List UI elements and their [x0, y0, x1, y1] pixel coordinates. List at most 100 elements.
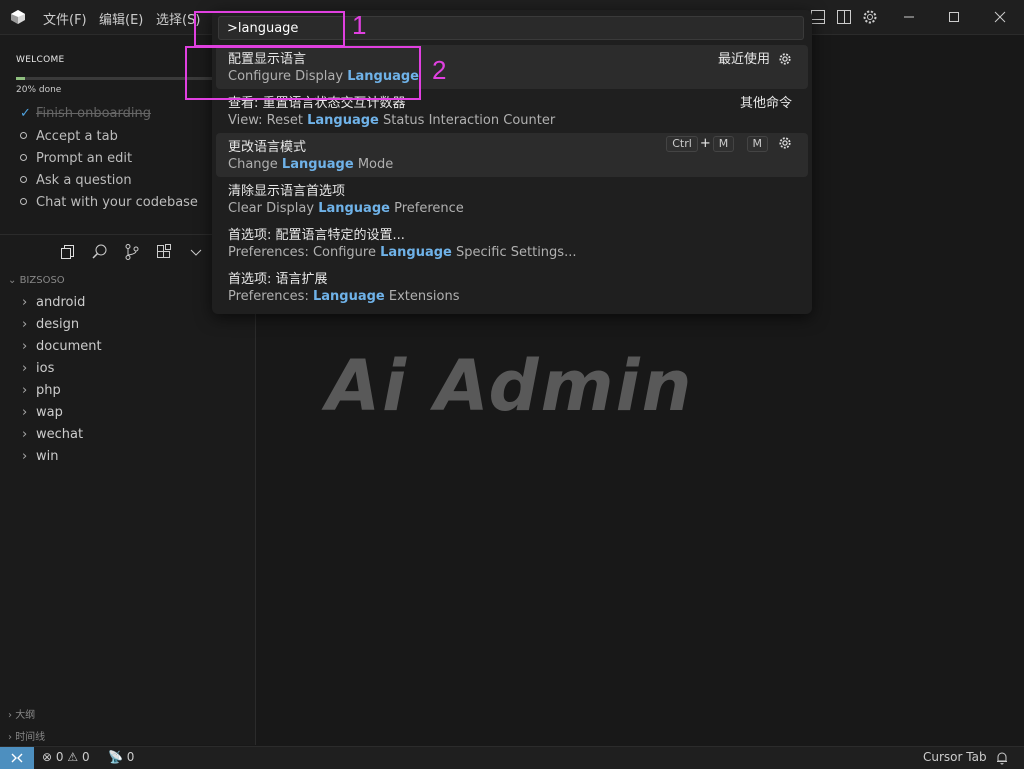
chevron-right-icon: › — [22, 427, 28, 442]
item-title-zh: 更改语言模式 — [228, 140, 307, 155]
cursor-tab-status[interactable]: Cursor Tab — [923, 750, 987, 764]
item-group-label: 其他命令 — [739, 96, 792, 111]
item-title-zh: 首选项: 配置语言特定的设置... — [228, 228, 405, 243]
app-logo-icon — [11, 10, 25, 24]
notification-bell-icon[interactable] — [995, 751, 1009, 765]
key-ctrl: Ctrl — [666, 136, 698, 152]
chevron-right-icon: › — [22, 317, 28, 332]
source-control-icon[interactable] — [123, 243, 141, 261]
folder-design[interactable]: › design — [22, 317, 79, 332]
settings-gear-icon[interactable] — [862, 9, 878, 25]
error-count: 0 — [55, 750, 64, 764]
circle-icon — [20, 198, 27, 205]
key-m-second: M — [746, 136, 768, 152]
explorer-root[interactable]: ⌄ BIZSOSO — [8, 275, 65, 286]
folder-win[interactable]: › win — [22, 449, 58, 464]
folder-wap[interactable]: › wap — [22, 405, 63, 420]
folder-label: design — [36, 317, 80, 332]
todo-accept-tab[interactable]: Accept a tab — [20, 129, 118, 144]
item-title-en: View: Reset Language Status Interaction … — [228, 113, 556, 128]
todo-label: Ask a question — [36, 173, 132, 188]
key-m: M — [712, 136, 735, 152]
checkmark-icon: ✓ — [20, 106, 31, 121]
folder-label: ios — [36, 361, 55, 376]
folder-label: wap — [36, 405, 63, 420]
extensions-icon[interactable] — [155, 243, 173, 261]
item-group-label: 最近使用 — [718, 48, 792, 67]
maximize-icon[interactable] — [945, 8, 963, 26]
timeline-label: 时间线 — [15, 732, 46, 743]
key-plus: + — [699, 136, 711, 151]
explorer-icon[interactable] — [59, 243, 77, 261]
timeline-section[interactable]: › 时间线 — [8, 728, 45, 743]
minimize-icon[interactable] — [900, 8, 918, 26]
remote-indicator[interactable] — [0, 747, 34, 769]
folder-php[interactable]: › php — [22, 383, 61, 398]
palette-item-change-language-mode[interactable]: 更改语言模式 Change Language Mode Ctrl + M M — [216, 133, 808, 177]
toggle-panel-icon[interactable] — [810, 9, 826, 25]
error-icon: ⊗ — [42, 750, 53, 764]
item-title-en: Change Language Mode — [228, 157, 394, 172]
folder-label: document — [36, 339, 102, 354]
folder-android[interactable]: › android — [22, 295, 85, 310]
progress-text: 20% done — [16, 85, 62, 95]
chevron-down-icon[interactable] — [187, 243, 205, 261]
chevron-down-icon: ⌄ — [8, 275, 20, 286]
warning-count: 0 — [81, 750, 90, 764]
circle-icon — [20, 154, 27, 161]
outline-label: 大纲 — [15, 710, 36, 721]
close-window-icon[interactable] — [991, 8, 1009, 26]
item-title-en: Preferences: Configure Language Specific… — [228, 245, 577, 260]
circle-icon — [20, 176, 27, 183]
gear-icon[interactable] — [778, 52, 792, 66]
todo-chat-codebase[interactable]: Chat with your codebase — [20, 195, 198, 210]
gear-icon[interactable] — [778, 136, 792, 150]
progress-fill — [16, 77, 25, 80]
remote-icon — [11, 753, 23, 763]
palette-item-clear-language-preference[interactable]: 清除显示语言首选项 Clear Display Language Prefere… — [216, 177, 808, 221]
chevron-right-icon: › — [22, 405, 28, 420]
folder-label: wechat — [36, 427, 84, 442]
search-icon[interactable] — [91, 243, 109, 261]
todo-ask-question[interactable]: Ask a question — [20, 173, 132, 188]
annotation-box-1 — [194, 11, 345, 47]
outline-section[interactable]: › 大纲 — [8, 706, 35, 721]
editor-scroll-edge — [1020, 60, 1024, 190]
folder-wechat[interactable]: › wechat — [22, 427, 83, 442]
status-bar: ⊗ 0 ⚠ 0 📡 0 Cursor Tab — [0, 746, 1024, 769]
annotation-number-2: 2 — [432, 55, 447, 85]
item-title-zh: 首选项: 语言扩展 — [228, 272, 328, 287]
menu-file[interactable]: 文件(F) — [43, 9, 87, 28]
broadcast-icon: 📡 — [108, 750, 123, 764]
todo-label: Finish onboarding — [36, 106, 151, 121]
folder-label: win — [36, 449, 59, 464]
welcome-title: WELCOME — [16, 55, 65, 65]
item-title-en: Preferences: Language Extensions — [228, 289, 460, 304]
folder-label: android — [36, 295, 86, 310]
item-title-zh: 清除显示语言首选项 — [228, 184, 346, 199]
ports-indicator[interactable]: 📡 0 — [108, 750, 134, 764]
ports-count: 0 — [126, 750, 135, 764]
toggle-sidebar-icon[interactable] — [836, 9, 852, 25]
chevron-right-icon: › — [22, 449, 28, 464]
todo-label: Prompt an edit — [36, 151, 133, 166]
folder-document[interactable]: › document — [22, 339, 102, 354]
palette-item-language-specific-settings[interactable]: 首选项: 配置语言特定的设置... Preferences: Configure… — [216, 221, 808, 265]
folder-label: php — [36, 383, 61, 398]
palette-item-language-extensions[interactable]: 首选项: 语言扩展 Preferences: Language Extensio… — [216, 265, 808, 309]
warning-icon: ⚠ — [67, 750, 79, 764]
todo-finish-onboarding[interactable]: ✓ Finish onboarding — [20, 106, 151, 121]
item-title-en: Clear Display Language Preference — [228, 201, 464, 216]
circle-icon — [20, 132, 27, 139]
chevron-right-icon: › — [22, 361, 28, 376]
todo-prompt-edit[interactable]: Prompt an edit — [20, 151, 132, 166]
chevron-right-icon: › — [22, 295, 28, 310]
item-keybinding: Ctrl + M M — [664, 136, 792, 152]
todo-label: Accept a tab — [36, 129, 118, 144]
problems-indicator[interactable]: ⊗ 0 ⚠ 0 — [42, 750, 90, 764]
folder-ios[interactable]: › ios — [22, 361, 54, 376]
annotation-box-2 — [185, 46, 421, 100]
todo-label: Chat with your codebase — [36, 195, 198, 210]
menu-edit[interactable]: 编辑(E) — [99, 9, 143, 28]
chevron-right-icon: › — [22, 339, 28, 354]
